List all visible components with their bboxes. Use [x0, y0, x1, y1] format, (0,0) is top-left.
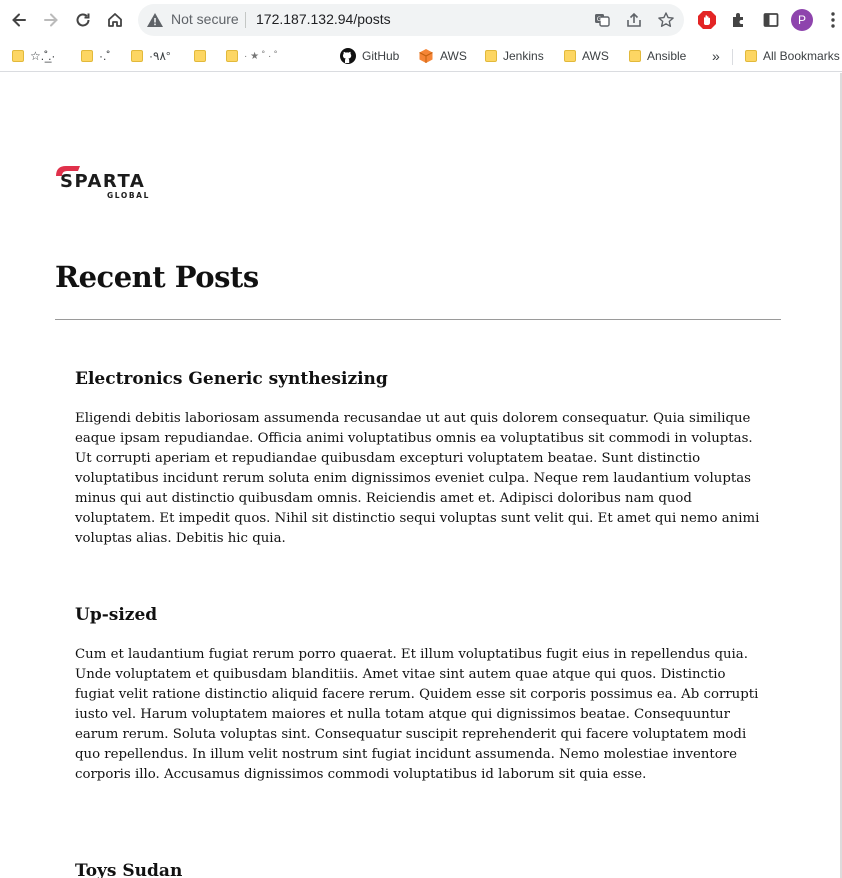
- address-bar[interactable]: Not secure 172.187.132.94/posts G: [138, 4, 684, 36]
- profile-avatar[interactable]: P: [791, 9, 813, 31]
- bookmark-star-icon[interactable]: [656, 10, 676, 30]
- bookmarks-overflow-button[interactable]: »: [712, 47, 720, 65]
- folder-icon: [564, 50, 576, 62]
- bookmarks-divider: [732, 49, 733, 65]
- bookmarks-bar: ☆.˚̲.· ·.˚ ·٩٨° · ★ ˚ · ˚ GitHub AWS Jen…: [0, 40, 842, 72]
- svg-text:G: G: [597, 16, 602, 23]
- all-bookmarks-label: All Bookmarks: [763, 49, 840, 63]
- extensions-puzzle-icon[interactable]: [728, 9, 750, 31]
- folder-icon: [629, 50, 641, 62]
- back-arrow-icon[interactable]: [7, 8, 31, 32]
- folder-icon: [194, 50, 206, 62]
- post-title[interactable]: Toys Sudan: [75, 861, 765, 878]
- folder-icon: [81, 50, 93, 62]
- bookmark-label: Jenkins: [503, 49, 544, 63]
- kebab-menu-icon[interactable]: [824, 9, 842, 31]
- bookmark-label: AWS: [440, 49, 467, 63]
- post-card: Toys Sudan: [75, 861, 765, 878]
- browser-toolbar: Not secure 172.187.132.94/posts G P: [0, 0, 842, 40]
- post-card: Up-sized Cum et laudantium fugiat rerum …: [75, 605, 765, 785]
- aws-cube-icon: [419, 49, 433, 63]
- logo-graphic: SPARTA GLOBAL: [56, 166, 150, 200]
- forward-arrow-icon[interactable]: [39, 8, 63, 32]
- warning-triangle-icon[interactable]: [146, 11, 164, 29]
- folder-icon: [226, 50, 238, 62]
- post-body: Cum et laudantium fugiat rerum porro qua…: [75, 647, 759, 782]
- page-title: Recent Posts: [55, 260, 259, 294]
- bookmark-label: ☆.˚̲.·: [30, 49, 56, 63]
- post-title[interactable]: Up-sized: [75, 605, 765, 625]
- home-icon[interactable]: [103, 8, 127, 32]
- folder-icon: [131, 50, 143, 62]
- page-viewport: SPARTA GLOBAL Recent Posts Electronics G…: [0, 73, 842, 878]
- bookmark-item[interactable]: ·٩٨°: [131, 47, 171, 65]
- folder-icon: [12, 50, 24, 62]
- address-separator: [245, 12, 246, 28]
- chevron-double-right-icon: »: [712, 48, 720, 64]
- bookmark-item-aws[interactable]: AWS: [418, 47, 467, 65]
- translate-icon[interactable]: G: [592, 10, 612, 30]
- github-icon: [340, 48, 356, 64]
- bookmark-label: · ★ ˚ · ˚: [244, 50, 278, 62]
- url-text[interactable]: 172.187.132.94/posts: [256, 11, 391, 27]
- bookmark-item-github[interactable]: GitHub: [340, 47, 399, 65]
- share-icon[interactable]: [624, 10, 644, 30]
- adblock-icon[interactable]: [696, 9, 718, 31]
- bookmark-item-ansible[interactable]: Ansible: [629, 47, 686, 65]
- post-body: Eligendi debitis laboriosam assumenda re…: [75, 411, 760, 546]
- bookmark-item[interactable]: · ★ ˚ · ˚: [226, 47, 277, 65]
- bookmark-item[interactable]: ☆.˚̲.·: [12, 47, 55, 65]
- side-panel-icon[interactable]: [760, 9, 782, 31]
- post-title[interactable]: Electronics Generic synthesizing: [75, 369, 765, 389]
- folder-icon: [745, 50, 757, 62]
- svg-text:SPARTA: SPARTA: [60, 171, 145, 192]
- bookmark-label: GitHub: [362, 49, 400, 63]
- bookmark-item-aws-folder[interactable]: AWS: [564, 47, 609, 65]
- reload-icon[interactable]: [71, 8, 95, 32]
- bookmark-item-jenkins[interactable]: Jenkins: [485, 47, 544, 65]
- post-card: Electronics Generic synthesizing Eligend…: [75, 369, 765, 549]
- svg-text:GLOBAL: GLOBAL: [107, 191, 150, 200]
- bookmark-item[interactable]: ·.˚: [81, 47, 110, 65]
- title-divider: [55, 319, 781, 320]
- bookmark-item[interactable]: [194, 47, 212, 65]
- profile-initial: P: [791, 9, 813, 31]
- bookmark-label: ·.˚: [99, 49, 111, 63]
- folder-icon: [485, 50, 497, 62]
- bookmark-label: Ansible: [647, 49, 687, 63]
- sparta-global-logo[interactable]: SPARTA GLOBAL: [54, 163, 159, 203]
- bookmark-label: AWS: [582, 49, 609, 63]
- bookmark-label: ·٩٨°: [149, 49, 171, 63]
- all-bookmarks-button[interactable]: All Bookmarks: [745, 47, 840, 65]
- security-status-text[interactable]: Not secure: [171, 11, 239, 27]
